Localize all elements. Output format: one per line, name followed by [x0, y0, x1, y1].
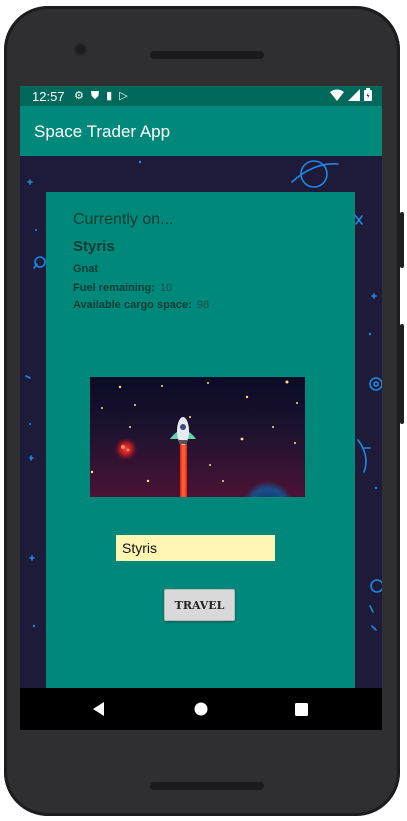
orbit-doodle-icon: [370, 579, 382, 593]
status-bar: 12:57 ⚙ ⛊ ▮ ▷: [20, 86, 382, 106]
location-panel: Currently on... Styris Gnat Fuel remaini…: [46, 192, 355, 688]
signal-icon: [348, 88, 360, 101]
screen: 12:57 ⚙ ⛊ ▮ ▷ Space Trader App Currently…: [20, 86, 382, 730]
destination-input[interactable]: [116, 535, 275, 561]
ship-name: Gnat: [73, 263, 99, 275]
fuel-value: 10: [159, 282, 173, 294]
current-location-heading: Currently on...: [73, 211, 174, 228]
status-time: 12:57: [32, 89, 65, 104]
fuel-row: Fuel remaining: 10: [73, 282, 172, 294]
fuel-label: Fuel remaining:: [73, 282, 155, 294]
nav-home[interactable]: [176, 688, 226, 730]
app-title: Space Trader App: [34, 122, 171, 141]
wifi-icon: [330, 89, 344, 101]
travel-button[interactable]: TRAVEL: [164, 589, 235, 621]
app-bar: Space Trader App: [20, 106, 382, 156]
current-planet-name: Styris: [73, 238, 115, 255]
gear-icon: ⚙: [74, 90, 84, 102]
status-left-icons: ⚙ ⛊ ▮ ▷: [74, 89, 128, 103]
bottom-speaker: [150, 782, 264, 790]
battery-icon: [364, 88, 372, 101]
power-button: [400, 212, 404, 268]
front-camera: [76, 45, 85, 54]
nav-recents[interactable]: [276, 688, 326, 730]
cargo-value: 98: [196, 299, 210, 311]
ring-doodle-icon: [369, 377, 382, 391]
home-icon: [194, 702, 208, 716]
earpiece-speaker: [150, 51, 264, 59]
cargo-row: Available cargo space: 98: [73, 299, 209, 311]
status-right-icons: [330, 88, 372, 101]
rocket-scene-image: [90, 377, 305, 497]
sd-card-icon: ▮: [106, 90, 113, 102]
navigation-bar: [20, 688, 382, 730]
shield-icon: ⛊: [90, 90, 100, 102]
nav-back[interactable]: [74, 688, 124, 730]
volume-button: [400, 324, 404, 424]
cargo-label: Available cargo space:: [73, 299, 192, 311]
play-store-icon: ▷: [119, 90, 128, 102]
recents-icon: [294, 702, 308, 716]
back-icon: [93, 702, 104, 716]
